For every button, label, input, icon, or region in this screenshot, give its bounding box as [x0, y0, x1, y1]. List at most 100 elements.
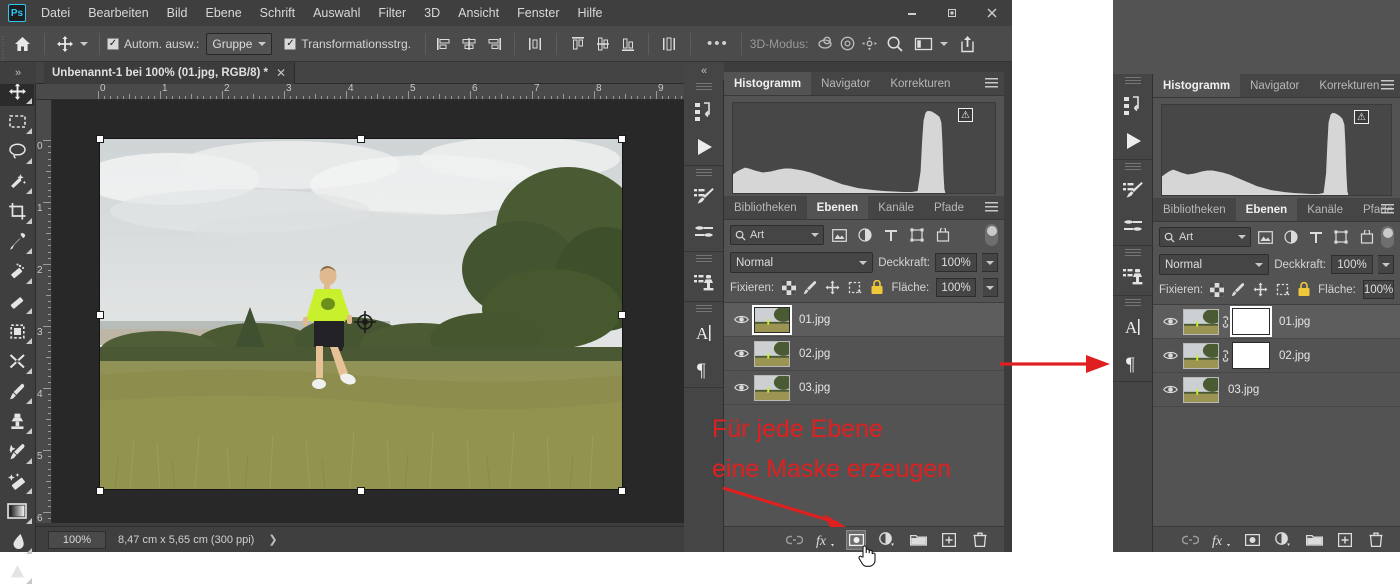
- fill-stepper-icon[interactable]: [982, 278, 999, 297]
- blend-mode-dropdown[interactable]: Normal: [1159, 254, 1270, 275]
- strip-grip[interactable]: [684, 80, 723, 93]
- brushes-icon[interactable]: [684, 179, 724, 215]
- tab-kanaele[interactable]: Kanäle: [1297, 198, 1353, 221]
- tool-clone-stamp[interactable]: [0, 406, 34, 436]
- blend-mode-dropdown[interactable]: Normal: [730, 252, 874, 273]
- histogram-warning-icon[interactable]: ⚠: [958, 108, 973, 122]
- character-icon[interactable]: A: [1113, 309, 1153, 345]
- distribute-vertical-icon[interactable]: [658, 33, 680, 55]
- table-row[interactable]: 02.jpg: [1153, 339, 1400, 373]
- layer-thumbnail[interactable]: [1183, 376, 1219, 403]
- tool-patch[interactable]: [0, 286, 34, 316]
- actions-play-icon[interactable]: [1113, 123, 1153, 159]
- fill-field[interactable]: 100%: [936, 278, 976, 297]
- left-dock-collapse-button[interactable]: »: [0, 62, 36, 84]
- align-middle-icon[interactable]: [592, 33, 614, 55]
- paragraph-icon[interactable]: ¶: [1113, 345, 1153, 381]
- layer-mask-thumbnail[interactable]: [1232, 342, 1270, 369]
- tool-brush[interactable]: [0, 376, 34, 406]
- history-icon[interactable]: [684, 93, 724, 129]
- strip-grip[interactable]: [684, 252, 723, 265]
- tool-dodge[interactable]: [0, 556, 34, 586]
- transform-handle-br[interactable]: [618, 487, 626, 495]
- menu-item-filter[interactable]: Filter: [369, 0, 415, 26]
- status-bar-expand-button[interactable]: ❯: [268, 533, 277, 546]
- delete-layer-button[interactable]: [970, 530, 990, 550]
- layer-thumbnail[interactable]: [754, 374, 790, 401]
- align-bottom-icon[interactable]: [617, 33, 639, 55]
- transform-controls-checkbox[interactable]: ✓: [284, 37, 297, 50]
- histogram-warning-icon[interactable]: ⚠: [1354, 110, 1369, 124]
- layer-name[interactable]: 03.jpg: [799, 382, 830, 394]
- menu-item-ansicht[interactable]: Ansicht: [449, 0, 508, 26]
- opacity-stepper-icon[interactable]: [982, 253, 998, 272]
- layer-thumbnail[interactable]: [752, 304, 792, 335]
- histogram-graph[interactable]: ⚠: [1161, 104, 1392, 196]
- lock-image-icon[interactable]: [803, 280, 818, 296]
- align-left-icon[interactable]: [433, 33, 455, 55]
- more-options-button[interactable]: •••: [701, 35, 735, 52]
- distribute-horizontal-icon[interactable]: [524, 33, 546, 55]
- opacity-field[interactable]: 100%: [1331, 255, 1373, 274]
- auto-select-scope-dropdown[interactable]: Gruppe: [206, 32, 273, 55]
- transform-handle-bl[interactable]: [96, 487, 104, 495]
- tab-bibliotheken[interactable]: Bibliotheken: [1153, 198, 1236, 221]
- tool-quick-selection[interactable]: [0, 166, 34, 196]
- strip-grip[interactable]: [1113, 160, 1152, 173]
- layer-visibility-toggle[interactable]: [1157, 350, 1183, 361]
- new-adjustment-layer-button[interactable]: [877, 530, 897, 550]
- opacity-field[interactable]: 100%: [935, 253, 977, 272]
- strip-grip[interactable]: [1113, 296, 1152, 309]
- layer-name[interactable]: 02.jpg: [799, 348, 830, 360]
- layer-style-button[interactable]: fx: [815, 530, 835, 550]
- tool-clone-source[interactable]: [0, 346, 34, 376]
- transform-handle-tl[interactable]: [96, 135, 104, 143]
- maximize-button[interactable]: [932, 2, 972, 24]
- horizontal-ruler[interactable]: 0 1 2 3 4 5 6 7 8 9: [36, 84, 684, 100]
- strip-grip[interactable]: [684, 166, 723, 179]
- clone-source-icon[interactable]: [1113, 259, 1153, 295]
- lock-image-icon[interactable]: [1231, 282, 1246, 298]
- tool-rectangular-marquee[interactable]: [0, 106, 34, 136]
- align-top-icon[interactable]: [567, 33, 589, 55]
- menu-item-auswahl[interactable]: Auswahl: [304, 0, 369, 26]
- filter-type-icon[interactable]: [880, 225, 902, 245]
- tab-navigator[interactable]: Navigator: [811, 72, 880, 95]
- tab-pfade[interactable]: Pfade: [924, 196, 974, 219]
- transform-handle-bc[interactable]: [357, 487, 365, 495]
- layer-name[interactable]: 01.jpg: [1279, 316, 1310, 328]
- actions-play-icon[interactable]: [684, 129, 724, 165]
- menu-item-hilfe[interactable]: Hilfe: [569, 0, 612, 26]
- layer-visibility-toggle[interactable]: [728, 348, 754, 359]
- tab-korrekturen[interactable]: Korrekturen: [880, 72, 960, 95]
- layer-filter-type-dropdown[interactable]: Art: [1159, 227, 1251, 247]
- chevron-down-icon[interactable]: [940, 41, 949, 46]
- add-layer-mask-button[interactable]: [1242, 530, 1262, 550]
- character-icon[interactable]: A: [684, 315, 724, 351]
- brush-settings-icon[interactable]: [1113, 209, 1153, 245]
- clone-source-icon[interactable]: [684, 265, 724, 301]
- transform-handle-tc[interactable]: [357, 135, 365, 143]
- new-adjustment-layer-button[interactable]: [1273, 530, 1293, 550]
- tool-lasso[interactable]: [0, 136, 34, 166]
- strip-grip[interactable]: [1113, 74, 1152, 87]
- brushes-icon[interactable]: [1113, 173, 1153, 209]
- filter-smartobject-icon[interactable]: [932, 225, 954, 245]
- filter-image-icon[interactable]: [1255, 227, 1276, 247]
- panel-menu-icon[interactable]: [985, 78, 998, 89]
- tool-history-brush[interactable]: [0, 436, 34, 466]
- tool-spot-healing-brush[interactable]: [0, 256, 34, 286]
- align-right-icon[interactable]: [483, 33, 505, 55]
- share-icon[interactable]: [956, 33, 978, 55]
- layer-name[interactable]: 02.jpg: [1279, 350, 1310, 362]
- table-row[interactable]: 02.jpg: [724, 337, 1004, 371]
- filter-shape-icon[interactable]: [1331, 227, 1352, 247]
- close-button[interactable]: [972, 2, 1012, 24]
- new-layer-button[interactable]: [1335, 530, 1355, 550]
- 3d-roll-icon[interactable]: [836, 33, 858, 55]
- tab-ebenen[interactable]: Ebenen: [1235, 198, 1298, 221]
- panel-menu-icon[interactable]: [985, 202, 998, 213]
- filter-toggle-switch[interactable]: [1381, 226, 1394, 248]
- menu-item-bild[interactable]: Bild: [158, 0, 197, 26]
- filter-toggle-switch[interactable]: [985, 224, 998, 246]
